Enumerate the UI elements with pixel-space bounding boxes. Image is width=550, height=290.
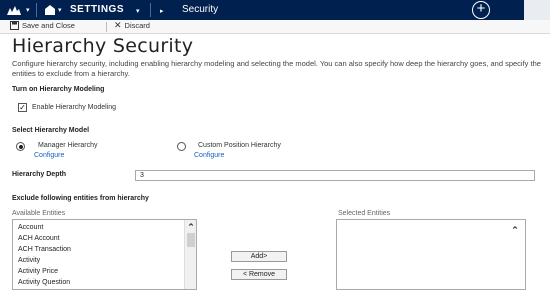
page-title: Hierarchy Security [12,35,194,57]
turn-on-heading: Turn on Hierarchy Modeling [12,86,105,93]
page-description: Configure hierarchy security, including … [12,59,541,78]
available-entities-label: Available Entities [12,210,66,217]
breadcrumb-security[interactable]: Security [182,4,218,15]
nav-divider [36,3,37,17]
list-item[interactable]: ACH Transaction [18,246,71,253]
logo-chevron-icon[interactable]: ▾ [26,6,30,14]
list-item[interactable]: Activity Price [18,268,58,275]
manager-configure-link[interactable]: Configure [34,152,64,159]
hierarchy-depth-label: Hierarchy Depth [12,171,67,178]
exclude-heading: Exclude following entities from hierarch… [12,195,149,202]
save-icon [10,21,19,30]
dynamics-logo-icon[interactable] [6,4,22,16]
home-icon[interactable] [44,5,56,15]
available-entities-list[interactable]: Account ACH Account ACH Transaction Acti… [12,219,197,290]
save-and-close-label: Save and Close [22,21,75,30]
selected-entities-list[interactable]: ⌃ [336,219,526,290]
selected-entities-label: Selected Entities [338,210,391,217]
nav-divider [150,3,151,17]
manager-hierarchy-radio[interactable] [16,142,25,151]
plus-circle-icon[interactable]: + [472,1,490,19]
breadcrumb-arrow-icon: ▸ [160,8,164,15]
custom-configure-link[interactable]: Configure [194,152,224,159]
save-and-close-button[interactable]: Save and Close [10,21,75,30]
list-item[interactable]: Account [18,224,43,231]
discard-label: Discard [124,21,150,30]
chevron-up-icon[interactable]: ⌃ [185,222,196,233]
add-button[interactable]: Add> [231,251,287,262]
settings-chevron-icon[interactable]: ▾ [136,7,140,15]
enable-hierarchy-checkbox[interactable]: ✓ [18,103,27,112]
avatar[interactable] [524,0,550,20]
list-item[interactable]: ACH Account [18,235,60,242]
discard-button[interactable]: ✕ Discard [114,20,150,31]
command-divider [106,22,107,32]
custom-position-label: Custom Position Hierarchy [198,142,281,149]
nav-settings[interactable]: SETTINGS [70,4,124,15]
custom-position-radio[interactable] [177,142,186,151]
home-chevron-icon: ▾ [58,7,62,14]
manager-hierarchy-label: Manager Hierarchy [38,142,98,149]
list-item[interactable]: Activity [18,257,40,264]
chevron-up-icon[interactable]: ⌃ [505,225,525,236]
select-model-heading: Select Hierarchy Model [12,127,90,134]
available-scrollbar[interactable]: ⌃ [184,220,196,289]
remove-button[interactable]: < Remove [231,269,287,280]
enable-hierarchy-label: Enable Hierarchy Modeling [32,104,117,111]
discard-icon: ✕ [114,20,122,30]
hierarchy-depth-input[interactable] [135,170,535,181]
top-nav-bar: ▾ ▾ SETTINGS ▾ ▸ Security + [0,0,550,20]
list-item[interactable]: Activity Question [18,279,70,286]
selected-scrollbar[interactable]: ⌃ [505,220,525,289]
scrollbar-thumb[interactable] [187,233,195,247]
command-bar: Save and Close ✕ Discard [0,20,550,34]
